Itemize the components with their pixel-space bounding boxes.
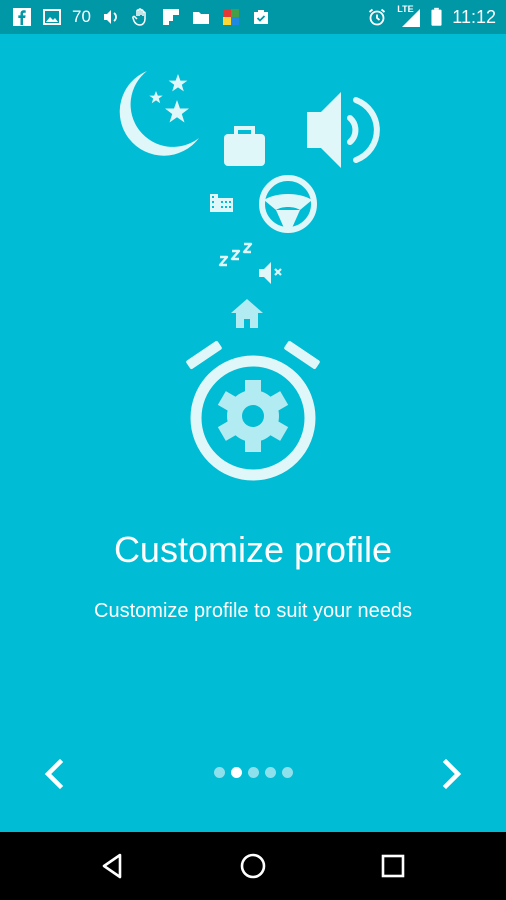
hand-icon	[132, 8, 146, 26]
page-subtitle: Customize profile to suit your needs	[94, 600, 412, 622]
flipboard-icon	[162, 9, 179, 25]
page-dot	[264, 767, 276, 778]
app-icon	[222, 9, 239, 25]
facebook-icon	[13, 8, 31, 26]
steering-wheel-icon	[259, 175, 317, 233]
image-icon	[43, 9, 61, 25]
hero-illustration	[119, 71, 380, 481]
briefcase-icon	[224, 126, 265, 166]
alarm-icon	[369, 8, 386, 26]
home-icon	[231, 299, 263, 328]
notification-count: 70	[72, 7, 91, 26]
chevron-right-icon[interactable]	[432, 754, 472, 794]
signal-indicator: LTE	[397, 4, 421, 28]
status-bar: 70 LTE 11:12	[0, 0, 506, 34]
battery-icon	[431, 7, 442, 26]
recents-icon[interactable]	[377, 850, 409, 882]
status-time: 11:12	[452, 6, 496, 27]
volume-icon	[103, 10, 117, 24]
sleep-zzz-icon	[218, 242, 253, 267]
page-dot	[247, 767, 259, 778]
folder-icon	[192, 12, 209, 24]
alarm-clock-gear-icon	[186, 341, 320, 481]
signal-icon	[402, 9, 421, 27]
speaker-icon	[307, 92, 380, 168]
home-button-icon[interactable]	[237, 850, 269, 882]
back-icon[interactable]	[96, 850, 128, 882]
onboarding-page: Customize profile Customize profile to s…	[0, 34, 506, 832]
page-title: Customize profile	[113, 529, 393, 570]
page-dot	[281, 767, 293, 778]
page-indicator	[0, 767, 506, 778]
gear-icon	[217, 380, 289, 452]
briefcase-check-icon	[253, 10, 268, 24]
page-dot	[213, 767, 225, 778]
mute-icon	[259, 262, 282, 284]
building-icon	[210, 194, 233, 212]
system-nav-bar	[0, 832, 506, 900]
moon-stars-icon	[119, 71, 199, 156]
page-dot	[230, 767, 242, 778]
